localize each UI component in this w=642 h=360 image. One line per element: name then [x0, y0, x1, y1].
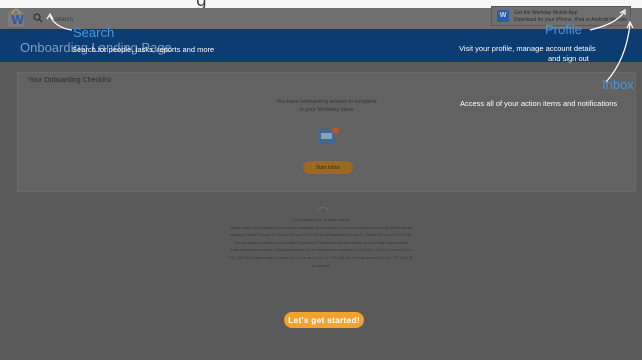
profile-callout-description-line1: Visit your profile, manage account detai…	[459, 44, 596, 53]
logo-letter: W	[11, 13, 25, 27]
footer-status-line: You can request a refresh of your Sandbo…	[234, 240, 408, 245]
workday-app-icon: W	[497, 10, 509, 22]
footer-status-line: System Status: Your Sandbox Preview will…	[230, 225, 412, 230]
workday-logo[interactable]: W	[8, 9, 25, 27]
footer-status-line: on Saturday.	[311, 263, 331, 268]
profile-callout-description-line2: and sign out	[548, 54, 589, 63]
onboarding-checklist-card: Your Onboarding Checklist You have onboa…	[17, 72, 636, 192]
footer-status-line: Tenant Maintenance windows. Daily Implem…	[229, 248, 413, 253]
inbox-callout-description: Access all of your action items and noti…	[460, 99, 618, 108]
mobile-banner-title: Get the Workday Mobile App	[514, 10, 578, 16]
search-icon[interactable]	[33, 13, 43, 23]
inbox-illustration-icon	[318, 127, 340, 145]
footer-status-line: starting on Friday, February 16, 2018 at…	[229, 233, 413, 238]
search-callout-description: Search for people, tasks, reports and mo…	[72, 45, 215, 54]
lets-get-started-button[interactable]: Let's get started!	[284, 312, 364, 328]
workday-footer-logo-icon: w	[316, 207, 330, 213]
notification-badge	[332, 127, 339, 134]
profile-callout-title: Profile	[545, 22, 582, 37]
start-inbox-button[interactable]: Start Inbox	[303, 161, 353, 174]
footer-text: © 2018 Workday, Inc. All rights reserved…	[206, 217, 436, 270]
checklist-title: Your Onboarding Checklist	[28, 77, 112, 84]
footer-copyright: © 2018 Workday, Inc. All rights reserved…	[291, 218, 351, 222]
search-callout-title: Search	[73, 25, 115, 40]
inbox-sheet-shape	[321, 133, 332, 139]
inbox-callout-title: Inbox	[602, 77, 634, 92]
svg-text:w: w	[322, 208, 325, 213]
footer-status-line: PST (GMT-8) Sunday through Thursday, at …	[229, 255, 413, 260]
